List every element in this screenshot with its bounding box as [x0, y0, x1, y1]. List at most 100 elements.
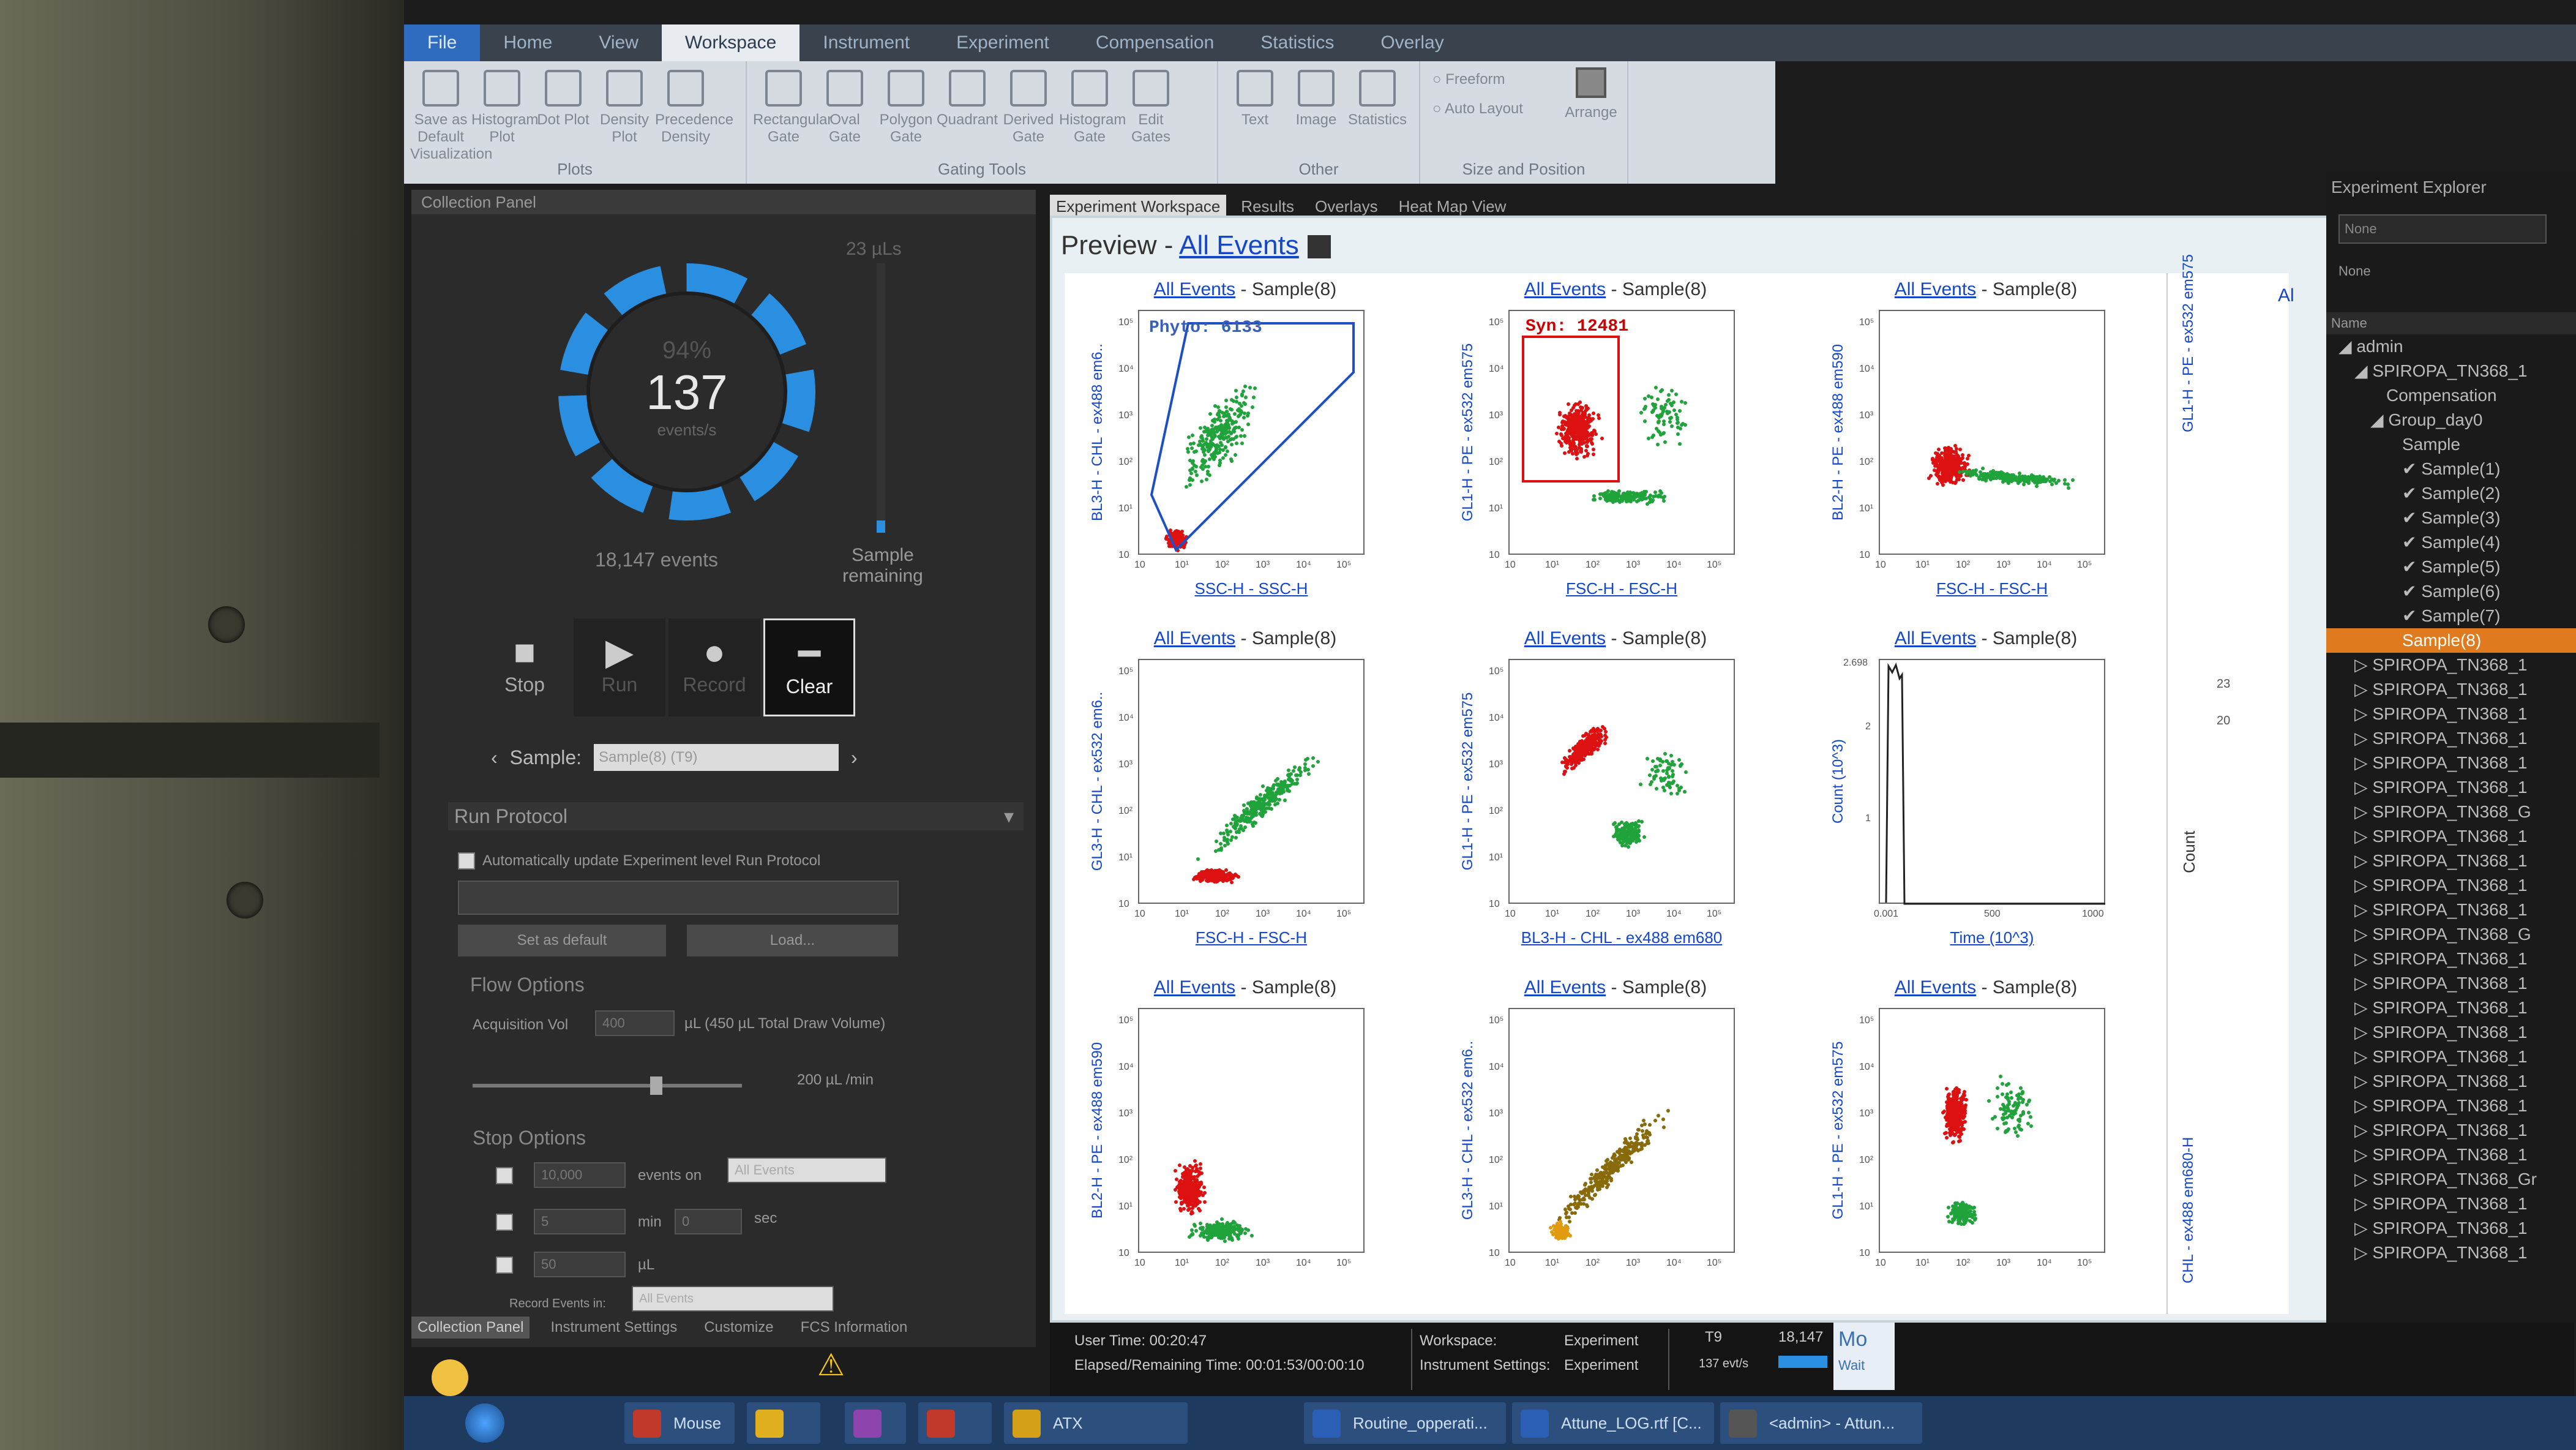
dot-plot-3[interactable]: All Events - Sample(8) 10 10 10¹ 10¹ 10² 10² 1… [1805, 273, 2166, 616]
taskbar-item[interactable] [918, 1402, 992, 1444]
record-events-select[interactable]: All Events [632, 1286, 834, 1312]
dot-plot-9[interactable]: All Events - Sample(8) 10 10 10¹ 10¹ 10² 10² 1… [1805, 971, 2166, 1314]
ribbon-tab-view[interactable]: View [575, 24, 661, 61]
tree-item[interactable]: ▷ SPIROPA_TN368_1 [2326, 775, 2576, 800]
flow-rate-slider-handle[interactable] [650, 1076, 662, 1095]
tree-item[interactable]: ▷ SPIROPA_TN368_1 [2326, 898, 2576, 922]
plot-gate-link[interactable]: All Events [1524, 977, 1606, 997]
load-button[interactable]: Load... [687, 925, 898, 956]
tree-item[interactable]: ✔ Sample(5) [2326, 555, 2576, 579]
plot-gate-link[interactable]: All Events [1524, 628, 1606, 648]
x-axis-label[interactable]: FSC-H - FSC-H [1138, 928, 1365, 947]
tree-item[interactable]: ✔ Sample(4) [2326, 530, 2576, 555]
next-sample-icon[interactable]: › [851, 746, 858, 769]
ribbon-tab-file[interactable]: File [404, 24, 481, 61]
taskbar-item[interactable]: Routine_opperati... [1304, 1402, 1506, 1444]
events-on-select[interactable]: All Events [727, 1157, 886, 1183]
tree-item[interactable]: ▷ SPIROPA_TN368_1 [2326, 1069, 2576, 1094]
arrange-button[interactable]: Arrange [1563, 67, 1619, 121]
dot-plot-1[interactable]: All Events - Sample(8) 10 10 10¹ 10¹ 10² 10² 1… [1065, 273, 1426, 616]
tree-item[interactable]: ✔ Sample(7) [2326, 604, 2576, 628]
x-axis-label[interactable]: Time (10^3) [1879, 928, 2105, 947]
ribbon-tab-statistics[interactable]: Statistics [1237, 24, 1357, 61]
tree-item[interactable]: ✔ Sample(3) [2326, 506, 2576, 530]
dot-plot-6[interactable]: All Events - Sample(8) 2.698 2 1 0.001 500 10… [1805, 622, 2166, 965]
collection-tab-0[interactable]: Collection Panel [411, 1317, 530, 1339]
tree-item[interactable]: ▷ SPIROPA_TN368_1 [2326, 726, 2576, 751]
dot-plot-4[interactable]: All Events - Sample(8) 10 10 10¹ 10¹ 10² 10² 1… [1065, 622, 1426, 965]
x-axis-label[interactable]: FSC-H - FSC-H [1508, 579, 1735, 598]
stop-events-checkbox[interactable] [496, 1167, 513, 1184]
x-axis-label[interactable]: SSC-H - SSC-H [1138, 579, 1365, 598]
acq-vol-input[interactable]: 400 [595, 1010, 675, 1036]
stop-ul-checkbox[interactable] [496, 1257, 513, 1274]
tree-item[interactable]: ▷ SPIROPA_TN368_G [2326, 922, 2576, 947]
tree-item[interactable]: ◢ Group_day0 [2326, 408, 2576, 432]
plot-gate-link[interactable]: All Events [1154, 628, 1235, 648]
x-axis-label[interactable]: BL3-H - CHL - ex488 em680 [1508, 928, 1735, 947]
y-axis-label[interactable]: GL1-H - PE - ex532 em575 [1459, 689, 1477, 873]
set-default-button[interactable]: Set as default [458, 925, 666, 956]
taskbar-item[interactable]: Attune_LOG.rtf [C... [1512, 1402, 1714, 1444]
collection-tab-1[interactable]: Instrument Settings [544, 1317, 683, 1339]
clear-button[interactable]: ━ Clear [763, 618, 855, 716]
tree-item[interactable]: Compensation [2326, 383, 2576, 408]
y-axis-label[interactable]: BL2-H - PE - ex488 em590 [1830, 340, 1847, 524]
stop-sec-input[interactable]: 0 [675, 1209, 742, 1234]
gate-outline[interactable] [1150, 322, 1355, 552]
tree-item[interactable]: ▷ SPIROPA_TN368_G [2326, 800, 2576, 824]
tree-item[interactable]: ▷ SPIROPA_TN368_1 [2326, 849, 2576, 873]
y-axis-label[interactable]: GL1-H - PE - ex532 em575 [1459, 340, 1477, 524]
tree-item[interactable]: ◢ SPIROPA_TN368_1 [2326, 359, 2576, 383]
y-axis-label[interactable]: GL3-H - CHL - ex532 em6.. [1459, 1039, 1477, 1222]
stop-min-checkbox[interactable] [496, 1214, 513, 1231]
tree-item[interactable]: ▷ SPIROPA_TN368_1 [2326, 677, 2576, 702]
tree-item[interactable]: Sample(8) [2326, 628, 2576, 653]
y-axis-label[interactable]: Count (10^3) [1830, 689, 1847, 873]
explorer-filter-select[interactable]: None [2338, 214, 2547, 244]
ribbon-tab-overlay[interactable]: Overlay [1357, 24, 1467, 61]
stop-button[interactable]: ■ Stop [479, 618, 571, 716]
ribbon-tab-instrument[interactable]: Instrument [799, 24, 933, 61]
prev-sample-icon[interactable]: ‹ [491, 746, 498, 769]
y-axis-label[interactable]: BL3-H - CHL - ex488 em6.. [1089, 340, 1106, 524]
run-protocol-header[interactable]: Run Protocol ▾ [448, 802, 1024, 830]
ribbon-tab-compensation[interactable]: Compensation [1073, 24, 1237, 61]
sample-select[interactable]: Sample(8) (T9) [594, 744, 839, 771]
tree-item[interactable]: ▷ SPIROPA_TN368_1 [2326, 1192, 2576, 1216]
tree-item[interactable]: ▷ SPIROPA_TN368_1 [2326, 751, 2576, 775]
taskbar-item[interactable]: Mouse Recorder ... [624, 1402, 735, 1444]
plot-gate-link[interactable]: All Events [1154, 279, 1235, 299]
plot-gate-link[interactable]: All Events [1154, 977, 1235, 997]
plot-gate-link[interactable]: All Events [1895, 977, 1976, 997]
tree-item[interactable]: ✔ Sample(2) [2326, 481, 2576, 506]
start-button-icon[interactable] [465, 1403, 504, 1443]
ribbon-tab-experiment[interactable]: Experiment [933, 24, 1073, 61]
tree-item[interactable]: ◢ admin [2326, 334, 2576, 359]
dot-plot-7[interactable]: All Events - Sample(8) 10 10 10¹ 10¹ 10² 10² 1… [1065, 971, 1426, 1314]
stop-min-input[interactable]: 5 [534, 1209, 626, 1234]
flow-rate-slider-track[interactable] [473, 1084, 742, 1088]
taskbar-item[interactable] [845, 1402, 906, 1444]
status-minus-icon[interactable] [432, 1359, 468, 1396]
dot-plot-8[interactable]: All Events - Sample(8) 10 10 10¹ 10¹ 10² 10² 1… [1435, 971, 1796, 1314]
tree-item[interactable]: ▷ SPIROPA_TN368_1 [2326, 947, 2576, 971]
tree-item[interactable]: Sample [2326, 432, 2576, 457]
plot-gate-link[interactable]: All Events [1895, 279, 1976, 299]
record-button[interactable]: ● Record [668, 618, 760, 716]
tree-item[interactable]: ▷ SPIROPA_TN368_1 [2326, 1143, 2576, 1167]
y-axis-label[interactable]: GL3-H - CHL - ex532 em6.. [1089, 689, 1106, 873]
collection-tab-2[interactable]: Customize [698, 1317, 779, 1339]
color-swatch[interactable] [1307, 235, 1331, 259]
tree-item[interactable]: ▷ SPIROPA_TN368_1 [2326, 1241, 2576, 1265]
plot-gate-link[interactable]: All Events [1895, 628, 1976, 648]
dot-plot-2[interactable]: All Events - Sample(8) 10 10 10¹ 10¹ 10² 10² 1… [1435, 273, 1796, 616]
run-button[interactable]: ▶ Run [574, 618, 665, 716]
tree-item[interactable]: ▷ SPIROPA_TN368_1 [2326, 1020, 2576, 1045]
y-axis-label[interactable]: GL1-H - PE - ex532 em575 [1830, 1039, 1847, 1222]
tree-item[interactable]: ▷ SPIROPA_TN368_1 [2326, 873, 2576, 898]
preview-all-events-link[interactable]: All Events [1179, 230, 1299, 260]
collection-tab-3[interactable]: FCS Information [795, 1317, 914, 1339]
polygon-gate[interactable] [1139, 311, 1366, 556]
taskbar-item[interactable]: ATX [1004, 1402, 1188, 1444]
